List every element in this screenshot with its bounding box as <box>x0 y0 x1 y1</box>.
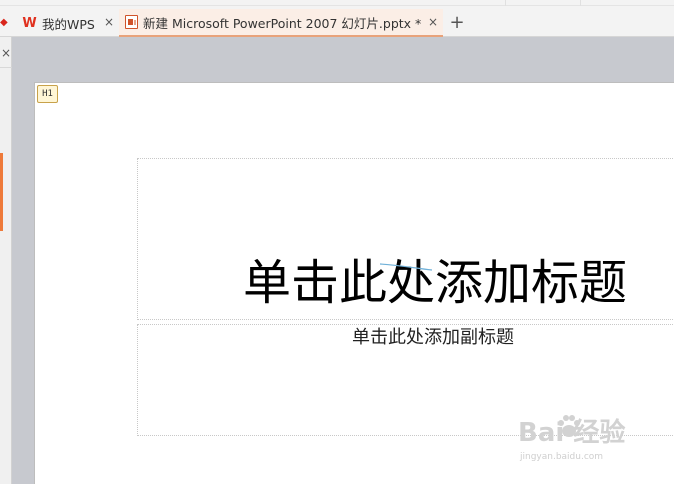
slide-pane-strip: × <box>0 37 12 484</box>
title-strip-divider <box>505 0 506 6</box>
add-tab-button[interactable]: + <box>448 12 466 34</box>
tab-my-wps[interactable]: W 我的WPS × <box>18 9 119 37</box>
wps-logo-icon: W <box>22 15 37 31</box>
watermark-url: jingyan.baidu.com <box>520 452 604 462</box>
mouse-cursor-trace <box>380 263 432 271</box>
title-placeholder-text: 单击此处添加标题 <box>243 255 628 311</box>
menu-arrow-icon[interactable]: ◆ <box>0 15 12 29</box>
close-icon[interactable]: × <box>0 46 12 60</box>
ppt-file-icon <box>125 15 138 29</box>
paw-icon <box>558 415 580 437</box>
tab-label: 我的WPS <box>42 16 95 32</box>
watermark: Bai 经验 jingyan.baidu.com <box>518 408 668 470</box>
tab-bar: ◆ W 我的WPS × 新建 Microsoft PowerPoint 2007… <box>0 0 674 37</box>
subtitle-placeholder-text: 单击此处添加副标题 <box>352 327 514 348</box>
title-strip-divider <box>580 0 581 6</box>
close-icon[interactable]: × <box>428 15 438 29</box>
divider <box>0 67 12 68</box>
tab-label: 新建 Microsoft PowerPoint 2007 幻灯片.pptx * <box>143 15 422 31</box>
title-strip <box>0 0 674 6</box>
active-slide-indicator <box>0 153 3 231</box>
heading-level-tag: H1 <box>37 85 58 103</box>
close-icon[interactable]: × <box>104 15 114 29</box>
tab-presentation[interactable]: 新建 Microsoft PowerPoint 2007 幻灯片.pptx * … <box>119 9 443 37</box>
